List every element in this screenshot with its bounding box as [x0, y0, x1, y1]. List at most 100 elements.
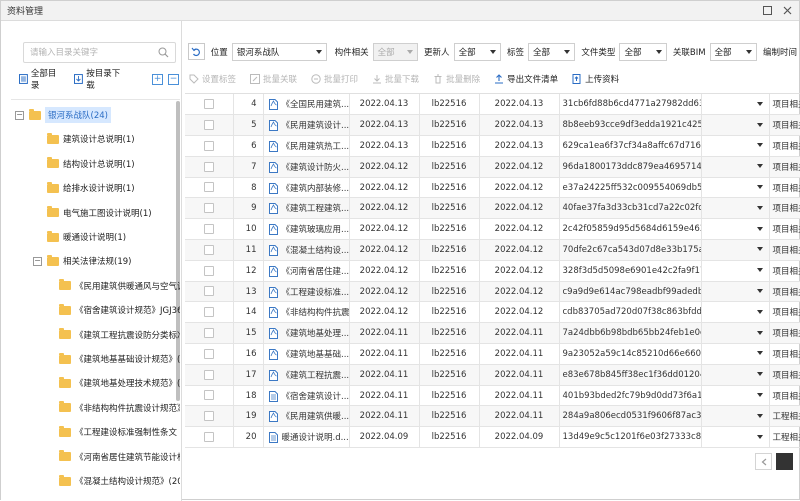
- tree-node[interactable]: 建筑设计总说明(1): [47, 128, 135, 150]
- row-dropdown-cell[interactable]: [701, 156, 769, 177]
- file-name-cell[interactable]: 《建筑地基基础...: [263, 344, 349, 365]
- updater-select[interactable]: 全部: [454, 43, 501, 61]
- table-row[interactable]: 13《工程建设标准...2022.04.12lb225162022.04.12c…: [185, 281, 800, 302]
- file-name-cell[interactable]: 《民用建筑热工...: [263, 136, 349, 157]
- location-select[interactable]: 银河系战队: [232, 43, 327, 61]
- tree-node[interactable]: −银河系战队(24): [15, 104, 111, 126]
- tree-node[interactable]: 《建筑地基基础设计规范》(GB: [59, 348, 180, 370]
- tag-select[interactable]: 全部: [528, 43, 575, 61]
- row-dropdown-cell[interactable]: [701, 344, 769, 365]
- file-name-cell[interactable]: 暖通设计说明.d...: [263, 427, 349, 448]
- row-checkbox[interactable]: [204, 224, 214, 234]
- file-name-cell[interactable]: 《建筑工程抗震...: [263, 364, 349, 385]
- file-name-cell[interactable]: 《建筑设计防火...: [263, 156, 349, 177]
- component-select[interactable]: 全部: [373, 43, 418, 61]
- row-checkbox[interactable]: [204, 99, 214, 109]
- file-name-cell[interactable]: 《民用建筑设计...: [263, 115, 349, 136]
- file-name-cell[interactable]: 《建筑玻璃应用...: [263, 219, 349, 240]
- maximize-button[interactable]: [759, 3, 775, 19]
- collapse-all-button[interactable]: −: [168, 74, 179, 85]
- row-checkbox[interactable]: [204, 432, 214, 442]
- back-button[interactable]: [188, 43, 205, 60]
- batch-link-button[interactable]: 批量关联: [250, 73, 297, 85]
- file-name-cell[interactable]: 《宿舍建筑设计...: [263, 385, 349, 406]
- row-checkbox[interactable]: [204, 286, 214, 296]
- close-button[interactable]: [779, 3, 795, 19]
- batch-delete-button[interactable]: 批量删除: [433, 73, 480, 85]
- table-row[interactable]: 9《建筑工程建筑...2022.04.12lb225162022.04.1240…: [185, 198, 800, 219]
- row-dropdown-cell[interactable]: [701, 177, 769, 198]
- tag-cell[interactable]: 项目相关: [769, 240, 800, 261]
- tree-node[interactable]: 《非结构构件抗震设计规范》(1): [59, 397, 180, 419]
- row-checkbox[interactable]: [204, 203, 214, 213]
- row-dropdown-cell[interactable]: [701, 240, 769, 261]
- tag-cell[interactable]: 项目相关: [769, 219, 800, 240]
- set-tag-button[interactable]: 设置标签: [189, 73, 236, 85]
- table-row[interactable]: 10《建筑玻璃应用...2022.04.12lb225162022.04.122…: [185, 219, 800, 240]
- filetype-select[interactable]: 全部: [619, 43, 666, 61]
- expand-all-button[interactable]: +: [152, 74, 163, 85]
- tree-node[interactable]: 《工程建设标准强制性条文（房: [59, 421, 180, 443]
- tag-cell[interactable]: 项目相关: [769, 281, 800, 302]
- row-dropdown-cell[interactable]: [701, 94, 769, 115]
- row-checkbox[interactable]: [204, 390, 214, 400]
- row-dropdown-cell[interactable]: [701, 406, 769, 427]
- row-dropdown-cell[interactable]: [701, 260, 769, 281]
- row-dropdown-cell[interactable]: [701, 219, 769, 240]
- row-checkbox[interactable]: [204, 162, 214, 172]
- tag-cell[interactable]: 项目相关: [769, 115, 800, 136]
- table-row[interactable]: 18《宿舍建筑设计...2022.04.11lb225162022.04.114…: [185, 385, 800, 406]
- tag-cell[interactable]: 工程相关: [769, 406, 800, 427]
- row-dropdown-cell[interactable]: [701, 385, 769, 406]
- row-dropdown-cell[interactable]: [701, 323, 769, 344]
- directory-search-input[interactable]: [24, 43, 149, 62]
- tag-cell[interactable]: 项目相关: [769, 302, 800, 323]
- file-name-cell[interactable]: 《民用建筑供暖...: [263, 406, 349, 427]
- table-row[interactable]: 17《建筑工程抗震...2022.04.11lb225162022.04.11e…: [185, 364, 800, 385]
- search-icon[interactable]: [158, 47, 169, 58]
- export-list-button[interactable]: 导出文件清单: [494, 73, 558, 85]
- tree-node[interactable]: 《建筑工程抗震设防分类标准》: [59, 324, 180, 346]
- tree-node[interactable]: 结构设计总说明(1): [47, 153, 135, 175]
- row-dropdown-cell[interactable]: [701, 302, 769, 323]
- bim-select[interactable]: 全部: [710, 43, 757, 61]
- tag-cell[interactable]: 项目相关: [769, 260, 800, 281]
- page-button-current[interactable]: [776, 453, 793, 470]
- batch-download-button[interactable]: 批量下载: [372, 73, 419, 85]
- row-dropdown-cell[interactable]: [701, 364, 769, 385]
- tag-cell[interactable]: 项目相关: [769, 364, 800, 385]
- tree-node[interactable]: 《宿舍建筑设计规范》JGJ36- 2: [59, 299, 180, 321]
- row-checkbox[interactable]: [204, 307, 214, 317]
- table-row[interactable]: 5《民用建筑设计...2022.04.13lb225162022.04.138b…: [185, 115, 800, 136]
- row-checkbox[interactable]: [204, 182, 214, 192]
- row-dropdown-cell[interactable]: [701, 281, 769, 302]
- tag-cell[interactable]: 项目相关: [769, 156, 800, 177]
- table-row[interactable]: 15《建筑地基处理...2022.04.11lb225162022.04.117…: [185, 323, 800, 344]
- tag-cell[interactable]: 项目相关: [769, 177, 800, 198]
- tree-node[interactable]: 《混凝土结构设计规范》(2015: [59, 470, 180, 492]
- table-row[interactable]: 12《河南省居住建...2022.04.12lb225162022.04.123…: [185, 260, 800, 281]
- tag-cell[interactable]: 项目相关: [769, 323, 800, 344]
- tree-node[interactable]: 给排水设计说明(1): [47, 177, 135, 199]
- table-row[interactable]: 6《民用建筑热工...2022.04.13lb225162022.04.1362…: [185, 136, 800, 157]
- tag-cell[interactable]: 项目相关: [769, 385, 800, 406]
- table-row[interactable]: 19《民用建筑供暖...2022.04.11lb225162022.04.112…: [185, 406, 800, 427]
- tree-node[interactable]: 暖通设计说明(1): [47, 226, 126, 248]
- row-dropdown-cell[interactable]: [701, 115, 769, 136]
- download-by-directory-button[interactable]: 按目录下载: [74, 67, 128, 91]
- prev-page-button[interactable]: [755, 453, 772, 470]
- row-checkbox[interactable]: [204, 245, 214, 255]
- row-checkbox[interactable]: [204, 328, 214, 338]
- tree-toggle[interactable]: −: [15, 111, 24, 120]
- tree-toggle[interactable]: −: [33, 257, 42, 266]
- tree-node[interactable]: 电气施工图设计说明(1): [47, 202, 152, 224]
- table-row[interactable]: 4《全国民用建筑...2022.04.13lb225162022.04.1331…: [185, 94, 800, 115]
- tag-cell[interactable]: 项目相关: [769, 344, 800, 365]
- table-row[interactable]: 14《非结构构件抗震...2022.04.12lb225162022.04.12…: [185, 302, 800, 323]
- file-name-cell[interactable]: 《建筑地基处理...: [263, 323, 349, 344]
- row-dropdown-cell[interactable]: [701, 198, 769, 219]
- table-row[interactable]: 20暖通设计说明.d...2022.04.09lb225162022.04.09…: [185, 427, 800, 448]
- tree-node[interactable]: 《河南省居住建筑节能设计标准: [59, 446, 180, 468]
- upload-button[interactable]: 上传资料: [572, 73, 619, 85]
- tree-node[interactable]: 《建筑地基处理技术规范》(JGJ: [59, 372, 180, 394]
